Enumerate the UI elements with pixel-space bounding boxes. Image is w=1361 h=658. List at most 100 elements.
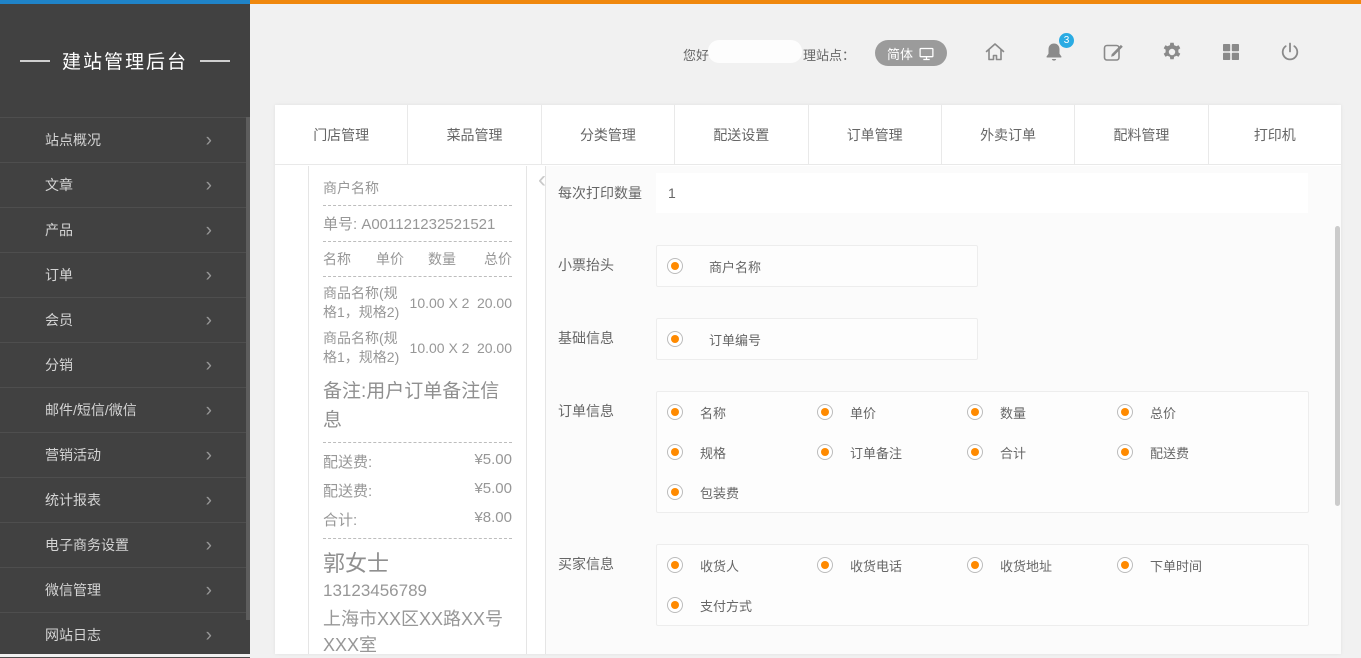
- sidebar-item-3[interactable]: 产品›: [0, 208, 250, 253]
- radio-option[interactable]: 收货地址: [967, 556, 1117, 575]
- receipt-merchant-name: 商户名称: [323, 178, 512, 198]
- radio-selected-icon[interactable]: [667, 484, 683, 500]
- radio-selected-icon[interactable]: [667, 404, 683, 420]
- chevron-right-icon: ›: [206, 581, 212, 600]
- radio-selected-icon[interactable]: [667, 597, 683, 613]
- receipt-fee-row: 配送费:¥5.00: [323, 451, 512, 472]
- sidebar-item-label: 文章: [45, 175, 73, 195]
- print-count-row: 每次打印数量: [558, 173, 1341, 213]
- power-icon[interactable]: [1278, 40, 1302, 64]
- radio-option[interactable]: 收货电话: [817, 556, 967, 575]
- receipt-items: 商品名称(规格1，规格2)10.00 X 220.00 商品名称(规格1，规格2)…: [323, 284, 512, 367]
- radio-option-label: 合计: [1000, 443, 1026, 462]
- tab-5[interactable]: 订单管理: [808, 105, 941, 164]
- language-button[interactable]: 简体: [875, 40, 947, 66]
- radio-option[interactable]: 收货人: [667, 556, 817, 575]
- section-label: 买家信息: [558, 544, 656, 626]
- tab-2[interactable]: 菜品管理: [407, 105, 540, 164]
- buyer-name: 郭女士: [323, 546, 512, 578]
- radio-selected-icon[interactable]: [817, 444, 833, 460]
- radio-option-label: 单价: [850, 403, 876, 422]
- radio-selected-icon[interactable]: [817, 404, 833, 420]
- settings-section-2: 基础信息订单编号: [558, 318, 1341, 360]
- options-row: 规格 订单备注 合计 配送费: [657, 432, 1308, 472]
- radio-option[interactable]: 合计: [967, 443, 1117, 462]
- radio-option[interactable]: 下单时间: [1117, 556, 1267, 575]
- receipt-preview: 商户名称 单号: A001121232521521 名称 单价 数量 总价 商品…: [308, 166, 527, 654]
- radio-option-label: 配送费: [1150, 443, 1189, 462]
- radio-selected-icon[interactable]: [967, 444, 983, 460]
- gear-icon[interactable]: [1160, 40, 1184, 64]
- sidebar-scrollbar[interactable]: [246, 117, 250, 620]
- chevron-right-icon: ›: [206, 131, 212, 150]
- item-name: 商品名称(规格1，规格2): [323, 284, 409, 322]
- radio-selected-icon[interactable]: [1117, 404, 1133, 420]
- sidebar-item-12[interactable]: 网站日志›: [0, 613, 250, 658]
- sidebar-item-6[interactable]: 分销›: [0, 343, 250, 388]
- sidebar-item-2[interactable]: 文章›: [0, 163, 250, 208]
- radio-selected-icon[interactable]: [667, 444, 683, 460]
- radio-option[interactable]: 包装费: [667, 483, 817, 502]
- radio-option[interactable]: 总价: [1117, 403, 1267, 422]
- radio-option[interactable]: 规格: [667, 443, 817, 462]
- sidebar-item-8[interactable]: 营销活动 ›: [0, 433, 250, 478]
- sidebar-item-4[interactable]: 订单›: [0, 253, 250, 298]
- item-price: 10.00 X 2: [409, 295, 470, 311]
- sidebar-item-9[interactable]: 统计报表›: [0, 478, 250, 523]
- collapse-handle-icon[interactable]: ‹: [538, 168, 546, 192]
- radio-selected-icon[interactable]: [667, 258, 683, 274]
- radio-selected-icon[interactable]: [667, 331, 683, 347]
- edit-icon[interactable]: [1101, 40, 1125, 64]
- monitor-icon: [918, 45, 935, 62]
- radio-selected-icon[interactable]: [667, 557, 683, 573]
- sidebar-item-label: 邮件/短信/微信: [45, 400, 137, 420]
- print-count-input[interactable]: [656, 173, 1308, 213]
- sidebar-item-1[interactable]: 站点概况›: [0, 118, 250, 163]
- home-icon[interactable]: [983, 40, 1007, 64]
- tab-3[interactable]: 分类管理: [541, 105, 674, 164]
- radio-option[interactable]: 订单编号: [667, 330, 817, 349]
- radio-option[interactable]: 配送费: [1117, 443, 1267, 462]
- col-name: 名称: [323, 249, 376, 269]
- header-icons: 3: [983, 40, 1302, 64]
- sidebar-item-7[interactable]: 邮件/短信/微信›: [0, 388, 250, 433]
- options-row: 商户名称: [657, 246, 977, 286]
- tab-1[interactable]: 门店管理: [275, 105, 407, 164]
- radio-option-label: 规格: [700, 443, 726, 462]
- sidebar-item-11[interactable]: 微信管理›: [0, 568, 250, 613]
- tab-7[interactable]: 配料管理: [1074, 105, 1207, 164]
- grid-icon[interactable]: [1219, 40, 1243, 64]
- chevron-right-icon: ›: [206, 491, 212, 510]
- chevron-right-icon: ›: [206, 446, 212, 465]
- tab-6[interactable]: 外卖订单: [941, 105, 1074, 164]
- radio-selected-icon[interactable]: [817, 557, 833, 573]
- sidebar-item-5[interactable]: 会员›: [0, 298, 250, 343]
- header-accent-bar: [250, 0, 1361, 4]
- radio-selected-icon[interactable]: [967, 404, 983, 420]
- tab-8[interactable]: 打印机: [1208, 105, 1341, 164]
- dashed-divider: [323, 205, 512, 206]
- main-scrollbar[interactable]: [1335, 226, 1340, 506]
- main-panel: 门店管理菜品管理分类管理配送设置订单管理外卖订单配料管理打印机 商户名称 单号:…: [275, 105, 1341, 654]
- radio-option[interactable]: 名称: [667, 403, 817, 422]
- chevron-right-icon: ›: [206, 356, 212, 375]
- bell-icon[interactable]: 3: [1042, 40, 1066, 64]
- printer-settings-content: 商户名称 单号: A001121232521521 名称 单价 数量 总价 商品…: [275, 166, 1341, 654]
- settings-form: 每次打印数量 小票抬头商户名称基础信息订单编号订单信息名称单价数量总价规格订单备…: [546, 166, 1341, 654]
- radio-option[interactable]: 数量: [967, 403, 1117, 422]
- radio-option[interactable]: 支付方式: [667, 596, 817, 615]
- radio-option[interactable]: 单价: [817, 403, 967, 422]
- radio-selected-icon[interactable]: [967, 557, 983, 573]
- print-count-label: 每次打印数量: [558, 173, 656, 213]
- sidebar-item-10[interactable]: 电子商务设置›: [0, 523, 250, 568]
- radio-selected-icon[interactable]: [1117, 444, 1133, 460]
- receipt-item-row: 商品名称(规格1，规格2)10.00 X 220.00: [323, 329, 512, 367]
- radio-option[interactable]: 订单备注: [817, 443, 967, 462]
- fee-label: 配送费:: [323, 451, 372, 472]
- radio-selected-icon[interactable]: [1117, 557, 1133, 573]
- fee-label: 合计:: [323, 509, 357, 530]
- options-row: 名称 单价 数量总价: [657, 392, 1308, 432]
- tab-4[interactable]: 配送设置: [674, 105, 807, 164]
- sidebar-item-label: 营销活动: [45, 445, 101, 465]
- radio-option[interactable]: 商户名称: [667, 257, 817, 276]
